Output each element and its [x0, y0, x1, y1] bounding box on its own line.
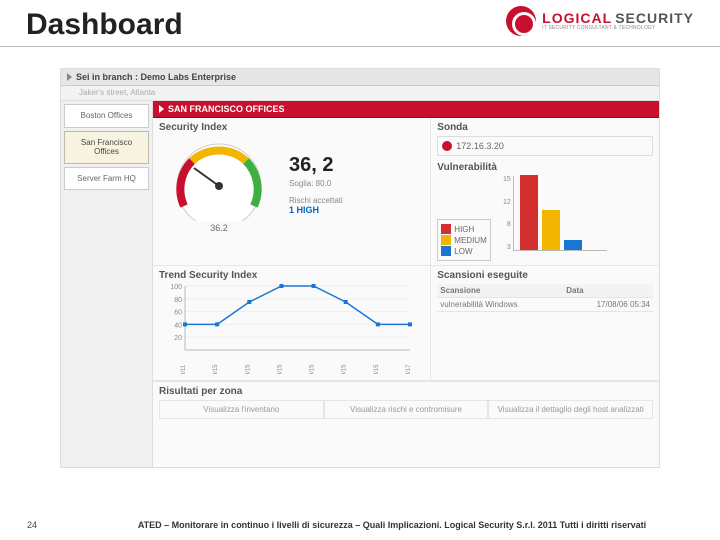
link-risks[interactable]: Visualizza rischi e contromisure — [324, 400, 489, 419]
results-title: Risultati per zona — [159, 386, 653, 397]
sonda-panel: Sonda 172.16.3.20 Vulnerabilità HIGH MED… — [431, 118, 659, 265]
dashboard-app: Sei in branch : Demo Labs Enterprise Jak… — [60, 68, 660, 468]
svg-text:08/15: 08/15 — [245, 364, 251, 374]
sidebar-item-boston[interactable]: Boston Offices — [64, 104, 149, 128]
svg-text:08/15: 08/15 — [213, 364, 219, 374]
svg-text:40: 40 — [174, 322, 182, 329]
svg-text:09/15: 09/15 — [342, 364, 348, 374]
accepted-risks-value[interactable]: 1 HIGH — [289, 205, 343, 215]
slide-title: Dashboard — [26, 8, 183, 42]
results-panel: Risultati per zona Visualizza l'inventar… — [153, 381, 659, 423]
svg-text:08/11: 08/11 — [181, 364, 187, 374]
svg-text:60: 60 — [174, 310, 182, 317]
scans-title: Scansioni eseguite — [437, 270, 653, 281]
table-row[interactable]: vulnerabilità Windows 17/08/06 05:34 — [437, 298, 653, 312]
accepted-risks-label: Rischi accettati — [289, 196, 343, 205]
trend-panel: Trend Security Index 100 80 60 40 20 08/11 08/… — [153, 266, 431, 380]
branch-label: Sei in branch : Demo Labs Enterprise — [76, 72, 236, 82]
link-host-detail[interactable]: Visualizza il dettaglio degli host anali… — [488, 400, 653, 419]
vulnerability-bar-chart: 151283 — [497, 176, 607, 261]
legend-label-high: HIGH — [454, 225, 474, 234]
security-index-panel: Security Index — [153, 118, 431, 265]
legend-label-medium: MEDIUM — [454, 236, 486, 245]
legend-swatch-medium — [441, 235, 451, 245]
office-header[interactable]: SAN FRANCISCO OFFICES — [153, 101, 659, 118]
scans-col-name[interactable]: Scansione — [437, 284, 563, 298]
link-inventory[interactable]: Visualizza l'inventario — [159, 400, 324, 419]
title-divider — [0, 46, 720, 47]
security-index-title: Security Index — [159, 122, 424, 133]
svg-text:09/15: 09/15 — [310, 364, 316, 374]
scans-panel: Scansioni eseguite Scansione Data vulner… — [431, 266, 659, 380]
security-threshold: Soglia: 80.0 — [289, 179, 343, 188]
branch-address: Jaker's street, Atlanta — [61, 86, 659, 101]
svg-text:09/15: 09/15 — [374, 364, 380, 374]
bar-high — [520, 175, 538, 250]
svg-text:100: 100 — [170, 284, 182, 291]
scans-table: Scansione Data vulnerabilità Windows 17/… — [437, 284, 653, 312]
scan-name: vulnerabilità Windows — [437, 298, 563, 312]
legend-label-low: LOW — [454, 247, 472, 256]
branch-header[interactable]: Sei in branch : Demo Labs Enterprise — [61, 69, 659, 86]
logo-word-1: LOGICAL — [542, 10, 612, 26]
bar-low — [564, 240, 582, 250]
expand-arrow-icon — [159, 105, 164, 113]
legend-swatch-high — [441, 224, 451, 234]
bar-medium — [542, 210, 560, 250]
logo-tagline: IT SECURITY CONSULTANT & TECHNOLOGY — [542, 26, 694, 31]
svg-text:80: 80 — [174, 297, 182, 304]
security-index-value: 36, 2 — [289, 154, 343, 177]
office-header-label: SAN FRANCISCO OFFICES — [168, 104, 285, 114]
sonda-ip: 172.16.3.20 — [456, 141, 504, 151]
scan-date: 17/08/06 05:34 — [563, 298, 653, 312]
branch-sidebar: Boston Offices San Francisco Offices Ser… — [61, 101, 153, 467]
svg-text:20: 20 — [174, 335, 182, 342]
logo-word-2: SECURITY — [615, 10, 694, 26]
status-dot-icon — [442, 141, 452, 151]
footer-text: ATED – Monitorare in continuo i livelli … — [64, 520, 720, 530]
scans-col-date[interactable]: Data — [563, 284, 653, 298]
vulnerability-legend: HIGH MEDIUM LOW — [437, 219, 490, 261]
svg-text:08/15: 08/15 — [277, 364, 283, 374]
trend-line-chart: 100 80 60 40 20 08/11 08/15 08/15 08/15 09/15 09/1… — [159, 284, 414, 374]
expand-arrow-icon — [67, 73, 72, 81]
page-number: 24 — [0, 520, 64, 530]
vulnerability-title: Vulnerabilità — [437, 162, 653, 173]
gauge-icon — [164, 136, 274, 221]
logical-security-logo: LOGICAL SECURITY IT SECURITY CONSULTANT … — [506, 6, 694, 36]
sidebar-item-san-francisco[interactable]: San Francisco Offices — [64, 131, 149, 164]
sonda-title: Sonda — [437, 122, 653, 133]
gauge-value: 36.2 — [210, 223, 228, 233]
trend-title: Trend Security Index — [159, 270, 424, 281]
sonda-status-row[interactable]: 172.16.3.20 — [437, 136, 653, 156]
sidebar-item-server-farm[interactable]: Server Farm HQ — [64, 167, 149, 191]
logo-mark-icon — [506, 6, 536, 36]
svg-text:09/17: 09/17 — [406, 364, 412, 374]
legend-swatch-low — [441, 246, 451, 256]
